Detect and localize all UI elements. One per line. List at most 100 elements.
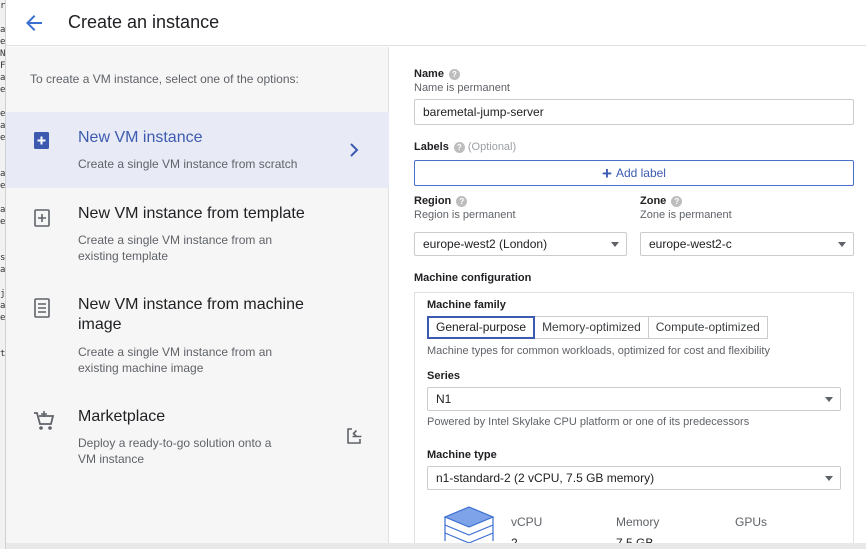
add-label-button[interactable]: + Add label — [414, 160, 854, 186]
option-description: Create a single VM instance from an exis… — [78, 233, 273, 263]
edge-char: a — [0, 265, 6, 275]
edge-char — [0, 240, 5, 252]
edge-char — [0, 228, 5, 240]
machine-type-value: n1-standard-2 (2 vCPU, 7.5 GB memory) — [436, 471, 655, 485]
edge-char: e — [0, 109, 6, 119]
edge-char: a — [0, 73, 6, 83]
machine-config-heading: Machine configuration — [414, 272, 532, 284]
edge-char — [0, 96, 5, 108]
edge-char — [0, 12, 5, 24]
edge-char — [0, 276, 5, 288]
series-label: Series — [427, 370, 461, 382]
open-external-icon[interactable] — [344, 426, 364, 446]
edge-char: t — [0, 349, 6, 359]
edge-char — [0, 192, 5, 204]
region-hint: Region is permanent — [414, 209, 516, 221]
edge-char: e — [0, 85, 6, 95]
option-marketplace[interactable]: Marketplace Deploy a ready-to-go solutio… — [6, 400, 389, 480]
cart-icon — [34, 411, 55, 430]
tab-compute-optimized[interactable]: Compute-optimized — [647, 316, 768, 339]
region-value: europe-west2 (London) — [423, 237, 548, 251]
dropdown-caret-icon — [825, 397, 833, 402]
edge-char: N — [0, 49, 6, 59]
zone-label: Zone? — [640, 195, 683, 207]
edge-char: e — [0, 313, 6, 323]
help-icon[interactable]: ? — [448, 68, 460, 80]
name-hint: Name is permanent — [414, 82, 510, 94]
add-box-icon — [34, 132, 49, 149]
page-header: Create an instance — [6, 0, 866, 46]
option-vm-from-template[interactable]: New VM instance from template Create a s… — [6, 192, 389, 272]
edge-char — [0, 144, 5, 156]
edge-char: e — [0, 217, 6, 227]
machine-config-box: Machine family General-purpose Memory-op… — [414, 292, 854, 549]
option-title: New VM instance from template — [78, 205, 305, 222]
optional-tag: (Optional) — [467, 141, 517, 153]
edge-char — [0, 336, 5, 348]
edge-char: a — [0, 25, 6, 35]
spec-vcpu-header: vCPU — [511, 515, 543, 529]
name-input[interactable]: baremetal-jump-server — [414, 99, 854, 125]
zone-label-text: Zone — [640, 195, 667, 207]
machine-family-label: Machine family — [427, 299, 506, 311]
spec-gpus-header: GPUs — [735, 515, 768, 529]
option-new-vm-instance[interactable]: New VM instance Create a single VM insta… — [6, 112, 389, 188]
chevron-right-icon — [350, 143, 359, 157]
labels-label: Labels? (Optional) — [414, 141, 516, 153]
tab-memory-optimized[interactable]: Memory-optimized — [534, 316, 649, 339]
help-icon[interactable]: ? — [453, 141, 465, 153]
region-select[interactable]: europe-west2 (London) — [414, 232, 627, 256]
machine-type-select[interactable]: n1-standard-2 (2 vCPU, 7.5 GB memory) — [427, 466, 841, 490]
series-hint: Powered by Intel Skylake CPU platform or… — [427, 416, 750, 428]
name-label: Name? — [414, 68, 460, 80]
edge-char: F — [0, 61, 6, 71]
tab-general-purpose[interactable]: General-purpose — [427, 316, 536, 339]
option-description: Deploy a ready-to-go solution onto a VM … — [78, 436, 272, 466]
option-title: New VM instance from machine image — [78, 296, 304, 333]
instance-form: Name? Name is permanent baremetal-jump-s… — [390, 47, 866, 549]
edge-char — [0, 156, 5, 168]
dropdown-caret-icon — [838, 242, 846, 247]
machine-type-label: Machine type — [427, 449, 497, 461]
machine-family-tabs: General-purpose Memory-optimized Compute… — [427, 316, 768, 339]
edge-char: a — [0, 205, 6, 215]
help-icon[interactable]: ? — [671, 195, 683, 207]
options-panel: To create a VM instance, select one of t… — [6, 47, 389, 549]
help-icon[interactable]: ? — [456, 195, 468, 207]
option-description: Create a single VM instance from scratch — [78, 157, 298, 171]
edge-char: s — [0, 253, 6, 263]
zone-select[interactable]: europe-west2-c — [640, 232, 854, 256]
horizontal-scrollbar[interactable] — [6, 543, 866, 549]
region-label: Region? — [414, 195, 468, 207]
page-title: Create an instance — [68, 12, 220, 32]
option-title: Marketplace — [78, 408, 166, 425]
options-intro: To create a VM instance, select one of t… — [30, 72, 299, 86]
edge-char: e — [0, 37, 6, 47]
edge-char — [0, 324, 5, 336]
option-vm-from-machine-image[interactable]: New VM instance from machine image Creat… — [6, 284, 389, 384]
zone-hint: Zone is permanent — [640, 209, 732, 221]
dropdown-caret-icon — [611, 242, 619, 247]
template-add-icon — [34, 209, 50, 227]
series-value: N1 — [436, 392, 452, 406]
plus-icon: + — [602, 164, 612, 183]
edge-char: e — [0, 133, 6, 143]
zone-value: europe-west2-c — [649, 237, 732, 251]
dropdown-caret-icon — [825, 476, 833, 481]
option-description: Create a single VM instance from an exis… — [78, 345, 273, 375]
option-title: New VM instance — [78, 129, 203, 146]
edge-char: a — [0, 169, 6, 179]
edge-char: a — [0, 301, 6, 311]
machine-image-icon — [34, 298, 50, 318]
add-label-text: Add label — [615, 166, 666, 180]
edge-char: r — [0, 1, 6, 11]
edge-char: j — [0, 289, 6, 299]
machine-family-hint: Machine types for common workloads, opti… — [427, 345, 770, 357]
spec-memory-header: Memory — [616, 515, 660, 529]
name-label-text: Name — [414, 68, 444, 80]
region-label-text: Region — [414, 195, 452, 207]
series-select[interactable]: N1 — [427, 387, 841, 411]
arrow-back-icon[interactable] — [22, 11, 46, 35]
edge-char: a — [0, 121, 6, 131]
edge-char: e — [0, 181, 6, 191]
